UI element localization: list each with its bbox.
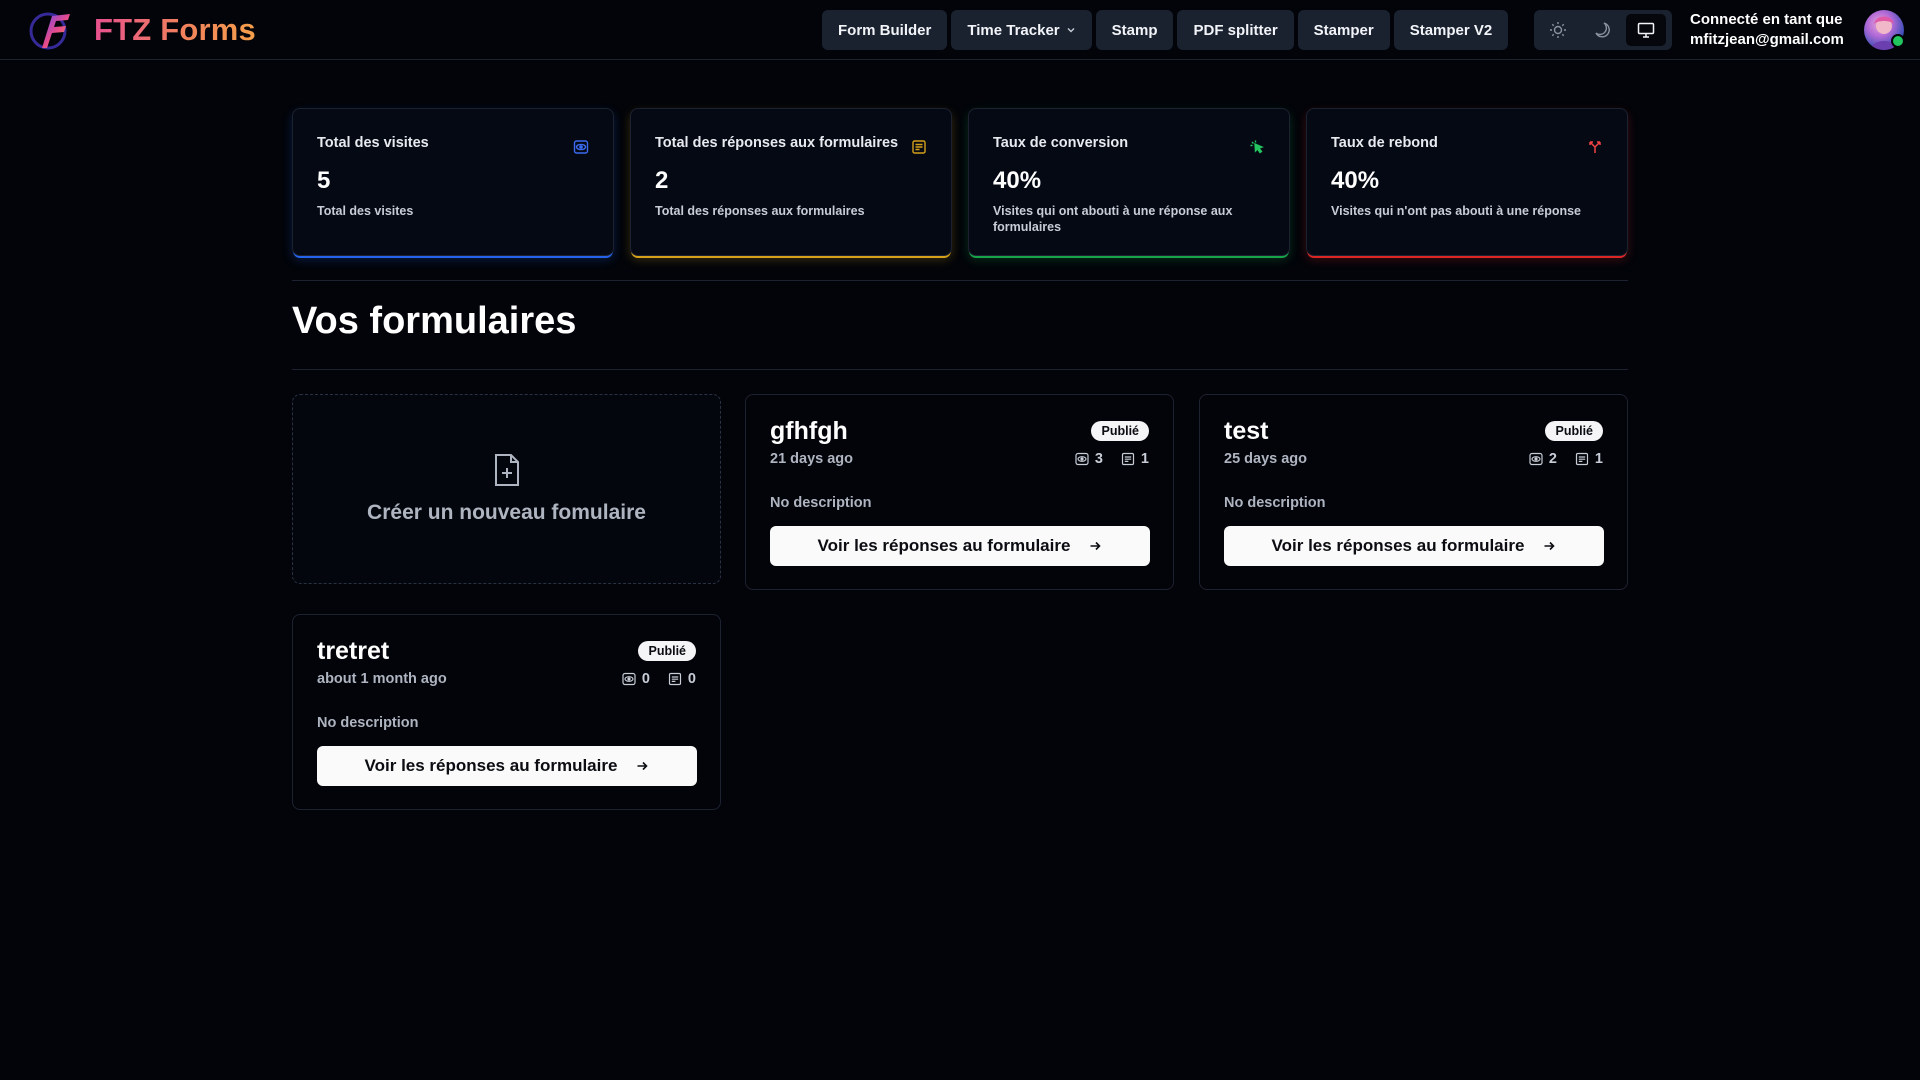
stat-helper: Total des visites: [317, 204, 414, 218]
nav-pdf-splitter[interactable]: PDF splitter: [1177, 10, 1294, 50]
form-icon: [912, 140, 926, 154]
nav-time-tracker[interactable]: Time Tracker: [951, 10, 1092, 50]
user-email: mfitzjean@gmail.com: [1690, 31, 1844, 48]
file-plus-icon: [494, 454, 519, 486]
stat-card-visits: Total des visites 5 Total des visites: [292, 108, 614, 256]
stat-title: Total des visites: [317, 135, 429, 151]
nav-form-builder[interactable]: Form Builder: [822, 10, 948, 50]
form-stats: 0 0: [622, 671, 696, 687]
eye-icon: [1529, 452, 1543, 466]
visits-count: 2: [1548, 451, 1557, 467]
form-description: No description: [770, 495, 872, 511]
page-title: Vos formulaires: [292, 300, 577, 342]
brand[interactable]: FTZ Forms: [28, 8, 256, 52]
stat-value: 2: [655, 167, 669, 194]
stat-title: Total des réponses aux formulaires: [655, 135, 899, 151]
form-date: 21 days ago: [770, 451, 854, 467]
stat-card-bounce: Taux de rebond 40% Visites qui n'ont pas…: [1306, 108, 1628, 256]
stat-title: Taux de conversion: [993, 135, 1129, 151]
nav-stamper-v2[interactable]: Stamper V2: [1393, 10, 1509, 50]
form-icon: [668, 672, 682, 686]
form-card: test Publié 25 days ago 2 1 No descripti…: [1199, 394, 1628, 590]
stat-value: 5: [317, 167, 331, 194]
user-info: Connecté en tant que mfitzjean@gmail.com: [1690, 10, 1844, 50]
form-date: 25 days ago: [1224, 451, 1308, 467]
nav-stamp[interactable]: Stamp: [1095, 10, 1174, 50]
split-arrow-icon: [1589, 141, 1601, 153]
submissions-count: 1: [1594, 451, 1603, 467]
stat-value: 40%: [993, 167, 1042, 194]
moon-icon: [1595, 22, 1610, 38]
stat-card-submissions: Total des réponses aux formulaires 2 Tot…: [630, 108, 952, 256]
submissions-count: 1: [1140, 451, 1149, 467]
view-responses-button[interactable]: Voir les réponses au formulaire: [317, 746, 697, 786]
nav-time-tracker-label: Time Tracker: [967, 21, 1060, 39]
nav-stamper[interactable]: Stamper: [1297, 10, 1390, 50]
status-badge: Publié: [638, 641, 696, 661]
form-icon: [1121, 452, 1135, 466]
arrow-right-icon: [1090, 541, 1102, 551]
top-navbar: FTZ Forms Form Builder Time Tracker Stam…: [0, 0, 1920, 60]
form-description: No description: [1224, 495, 1326, 511]
form-stats: 3 1: [1075, 451, 1149, 467]
nav-links: Form Builder Time Tracker Stamp PDF spli…: [822, 10, 1509, 50]
theme-system-button[interactable]: [1626, 14, 1666, 46]
form-name: gfhfgh: [770, 417, 848, 445]
divider: [292, 369, 1628, 370]
eye-icon: [622, 672, 636, 686]
theme-light-button[interactable]: [1538, 14, 1578, 46]
user-info-label: Connecté en tant que: [1690, 11, 1843, 28]
status-badge: Publié: [1091, 421, 1149, 441]
form-card: gfhfgh Publié 21 days ago 3 1 No descrip…: [745, 394, 1174, 590]
view-responses-label: Voir les réponses au formulaire: [364, 756, 618, 775]
visits-count: 3: [1094, 451, 1103, 467]
online-status-dot: [1891, 34, 1905, 48]
view-responses-label: Voir les réponses au formulaire: [1271, 536, 1525, 555]
form-name: test: [1224, 417, 1269, 445]
eye-icon: [573, 140, 589, 154]
stat-value: 40%: [1331, 167, 1380, 194]
form-description: No description: [317, 715, 419, 731]
stats-row: Total des visites 5 Total des visites To…: [292, 108, 1628, 256]
stat-helper: Visites qui n'ont pas abouti à une répon…: [1331, 204, 1582, 218]
brand-name: FTZ Forms: [94, 12, 256, 47]
form-icon: [1575, 452, 1589, 466]
view-responses-button[interactable]: Voir les réponses au formulaire: [770, 526, 1150, 566]
submissions-count: 0: [687, 671, 696, 687]
arrow-right-icon: [1544, 541, 1556, 551]
theme-switcher: [1534, 10, 1672, 50]
form-name: tretret: [317, 637, 390, 665]
arrow-right-icon: [637, 761, 649, 771]
sun-icon: [1550, 22, 1566, 38]
visits-count: 0: [641, 671, 650, 687]
stat-helper: Visites qui ont abouti à une réponse aux…: [993, 204, 1233, 234]
eye-icon: [1075, 452, 1089, 466]
stat-card-conversion: Taux de conversion 40% Visites qui ont a…: [968, 108, 1290, 256]
form-date: about 1 month ago: [317, 671, 447, 687]
status-badge: Publié: [1545, 421, 1603, 441]
chevron-down-icon: [1067, 28, 1075, 33]
view-responses-label: Voir les réponses au formulaire: [817, 536, 1071, 555]
monitor-icon: [1637, 22, 1655, 38]
cursor-click-icon: [1250, 140, 1264, 154]
ftz-logo-icon: [29, 12, 70, 50]
stat-helper: Total des réponses aux formulaires: [655, 204, 865, 218]
create-form-button[interactable]: Créer un nouveau fomulaire: [292, 394, 721, 584]
theme-dark-button[interactable]: [1582, 14, 1622, 46]
divider: [292, 280, 1628, 281]
create-form-label: Créer un nouveau fomulaire: [367, 501, 646, 524]
stat-title: Taux de rebond: [1331, 135, 1438, 151]
form-stats: 2 1: [1529, 451, 1603, 467]
view-responses-button[interactable]: Voir les réponses au formulaire: [1224, 526, 1604, 566]
form-card: tretret Publié about 1 month ago 0 0 No …: [292, 614, 721, 810]
